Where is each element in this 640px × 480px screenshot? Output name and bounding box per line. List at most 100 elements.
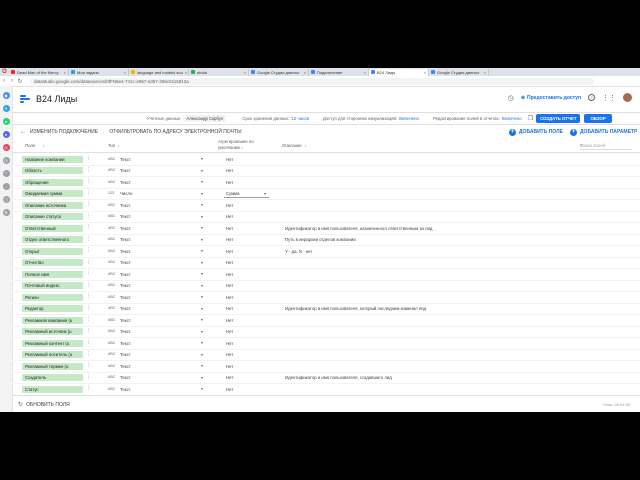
table-row[interactable]: Обращение ⋮ ABC Текст ▾ Нет (12, 177, 640, 189)
chevron-down-icon[interactable]: ▾ (201, 386, 203, 391)
field-name-chip[interactable]: Рекламный источник (u (22, 328, 83, 335)
field-description[interactable]: Идентификатор и имя пользователя, назнач… (285, 226, 432, 231)
chevron-down-icon[interactable]: ▾ (201, 179, 203, 184)
whatsapp-icon[interactable]: ● (2, 118, 10, 125)
browser-tab[interactable]: Dead Man of the Mercy × (9, 68, 69, 76)
more-vert-icon[interactable]: ⋮ (86, 167, 91, 173)
close-icon[interactable]: × (484, 70, 486, 75)
field-name-chip[interactable]: Ожидаемая сумма (22, 190, 83, 197)
more-vert-icon[interactable]: ⋮ (86, 351, 91, 357)
chevron-down-icon[interactable]: ▾ (201, 306, 203, 311)
table-row[interactable]: Отдел ответственного ⋮ ABC Текст ▾ Нет Путь в … (12, 235, 640, 246)
table-row[interactable]: Рекламный контент (u ⋮ ABC Текст ▾ Нет (12, 338, 640, 350)
apps-grid-icon[interactable]: ⋮⋮ (602, 94, 616, 102)
type-select[interactable]: Текст (120, 237, 131, 242)
field-name-chip[interactable]: Название компании (22, 155, 83, 163)
aggregation-select[interactable]: Нет (226, 272, 233, 277)
col-desc-header[interactable]: Описание (282, 143, 302, 148)
more-vert-icon[interactable]: ⋮ (86, 282, 91, 288)
share-button[interactable]: ⊕ Предоставить доступ (521, 95, 581, 101)
field-name-chip[interactable]: Отдел ответственного (22, 236, 83, 243)
opera-logo-icon[interactable]: O (0, 68, 9, 76)
chevron-down-icon[interactable]: ▾ (201, 329, 203, 334)
viz-access-link[interactable]: Включено (399, 116, 419, 121)
type-select[interactable]: Текст (120, 387, 131, 392)
create-report-button[interactable]: СОЗДАТЬ ОТЧЕТ (536, 113, 581, 123)
chevron-down-icon[interactable]: ▾ (264, 191, 266, 196)
field-description[interactable]: Y - да, N - нет (285, 249, 312, 254)
aggregation-select[interactable]: Нет (226, 318, 233, 323)
close-icon[interactable]: × (64, 70, 66, 75)
chevron-down-icon[interactable]: ▾ (201, 168, 203, 173)
aggregation-select[interactable]: Нет (226, 157, 233, 162)
chevron-down-icon[interactable]: ▾ (201, 294, 203, 299)
more-vert-icon[interactable]: ⋮ (86, 178, 91, 184)
more-vert-icon[interactable]: ⋮ (86, 339, 91, 345)
sort-arrow-icon[interactable]: ↓ (241, 145, 243, 150)
chevron-down-icon[interactable]: ▾ (201, 375, 203, 380)
aggregation-select[interactable]: Нет (226, 295, 233, 300)
browser-tab[interactable]: ebola × (189, 68, 249, 76)
type-select[interactable]: Текст (120, 249, 131, 254)
datasource-title[interactable]: B24 Лиды (36, 94, 77, 104)
field-name-chip[interactable]: Статус (22, 385, 83, 393)
type-select[interactable]: Текст (120, 157, 131, 162)
aggregation-select[interactable]: Нет (226, 375, 233, 380)
field-name-chip[interactable]: Рекламный термин (u (22, 362, 83, 370)
field-description[interactable]: Путь в иерархии отделов компании (285, 237, 356, 242)
chevron-down-icon[interactable]: ▾ (201, 271, 203, 276)
type-select[interactable]: Число (120, 191, 132, 196)
aggregation-select[interactable]: Нет (226, 329, 233, 334)
more-vert-icon[interactable]: ⋮ (86, 155, 91, 161)
copy-icon[interactable]: ❐ (528, 115, 533, 122)
close-icon[interactable]: × (424, 70, 426, 75)
table-row[interactable]: Ожидаемая сумма ⋮ 123 Число ▾ Сумма ▾ (12, 189, 640, 200)
aggregation-select[interactable]: Нет (226, 203, 233, 208)
more-vert-icon[interactable]: ⋮ (86, 362, 91, 368)
field-name-chip[interactable]: Рекламная кампания (u (22, 316, 83, 324)
more-vert-icon[interactable]: ⋮ (86, 374, 91, 380)
downloads-icon[interactable]: ↓ (2, 183, 10, 190)
field-name-chip[interactable]: Рекламный носитель (u (22, 351, 83, 358)
filter-by-email-link[interactable]: ОТФИЛЬТРОВАТЬ ПО АДРЕСУ ЭЛЕКТРОННОЙ ПОЧТ… (109, 129, 241, 135)
table-row[interactable]: Область ⋮ ABC Текст ▾ Нет (12, 166, 640, 177)
field-name-chip[interactable]: Описание источника (22, 201, 83, 209)
type-select[interactable]: Текст (120, 214, 131, 219)
field-name-chip[interactable]: Ответственный (22, 224, 83, 232)
field-description[interactable]: Идентификатор и имя пользователя, которы… (285, 306, 426, 311)
browser-tab[interactable]: Подключение × (309, 68, 369, 76)
reload-icon[interactable]: ↻ (16, 78, 24, 85)
field-name-chip[interactable]: Полное имя (22, 270, 83, 278)
history-icon[interactable]: ◷ (2, 157, 10, 164)
add-field-button[interactable]: + ДОБАВИТЬ ПОЛЕ (509, 128, 563, 136)
credentials-chip[interactable]: Александр Скрбул (183, 114, 227, 122)
help-icon[interactable]: ? (588, 94, 595, 101)
table-row[interactable]: Полное имя ⋮ ABC Текст ▾ Нет (12, 269, 640, 281)
instagram-icon[interactable]: ◎ (2, 144, 10, 151)
chevron-down-icon[interactable]: ▾ (201, 363, 203, 368)
settings-sidebar-icon[interactable]: ⚙ (2, 209, 10, 216)
field-name-chip[interactable]: Рекламный контент (u (22, 339, 83, 347)
close-icon[interactable]: × (124, 70, 126, 75)
table-row[interactable]: Открыт ⋮ ABC Текст ▾ Нет Y - да, N - нет (12, 246, 640, 258)
browser-tab[interactable]: Google Студия данных × (429, 68, 489, 76)
chevron-down-icon[interactable]: ▾ (201, 225, 203, 230)
back-arrow-subbar-icon[interactable]: ← (20, 129, 26, 135)
chevron-down-icon[interactable]: ▾ (201, 191, 203, 196)
type-select[interactable]: Текст (120, 168, 131, 173)
aggregation-select[interactable]: Нет (226, 168, 233, 173)
messenger-icon[interactable]: ✈ (2, 105, 10, 112)
aggregation-select[interactable]: Нет (226, 306, 233, 311)
browser-tab[interactable]: language and models sou × (129, 68, 189, 76)
more-vert-icon[interactable]: ⋮ (86, 270, 91, 276)
forward-arrow-icon[interactable]: › (8, 78, 16, 84)
table-row[interactable]: Статус ⋮ ABC Текст ▾ Нет (12, 384, 640, 394)
back-arrow-icon[interactable]: ‹ (0, 78, 8, 84)
type-select[interactable]: Текст (120, 180, 131, 185)
url-input[interactable]: datastudio.google.com/datasources/0fFN5e… (30, 77, 594, 85)
chat-icon[interactable]: ● (2, 131, 10, 138)
more-vert-icon[interactable]: ⋮ (86, 213, 91, 219)
type-select[interactable]: Текст (120, 375, 131, 380)
type-select[interactable]: Текст (120, 306, 131, 311)
speed-dial-icon[interactable]: ◆ (2, 92, 10, 99)
